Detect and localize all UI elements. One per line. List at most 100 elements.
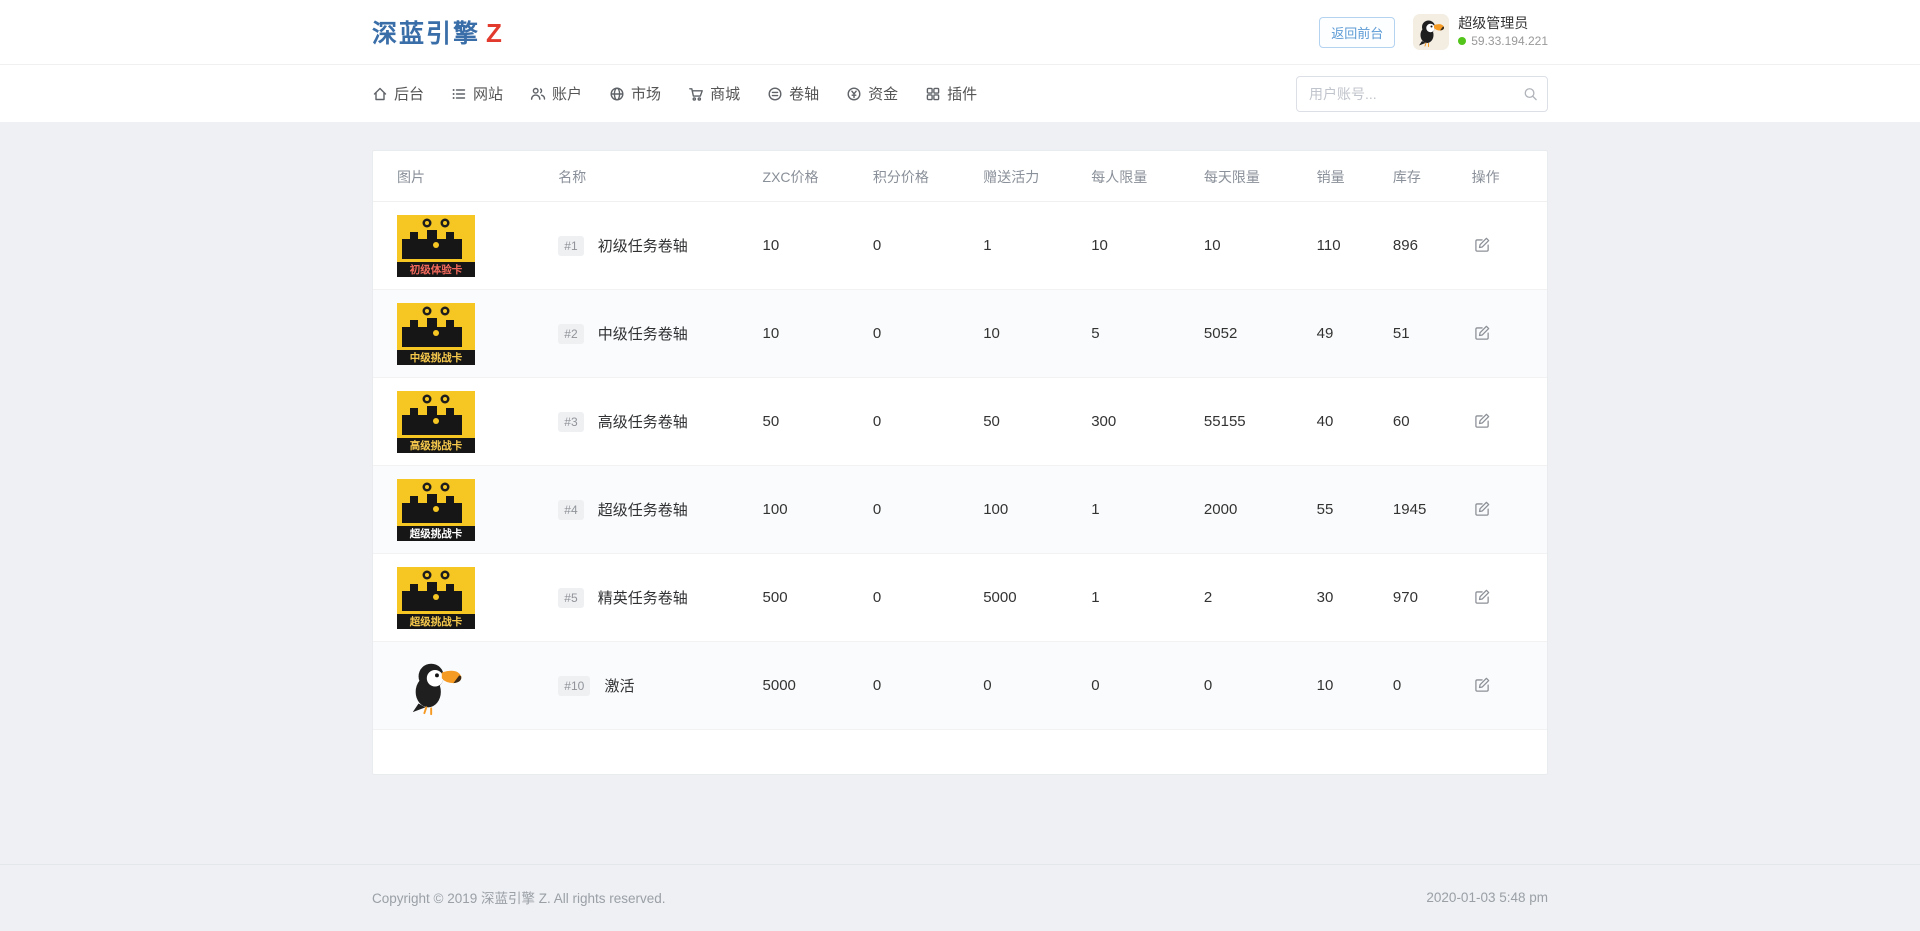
cell-gift_vitality: 50: [975, 378, 1083, 466]
edit-button[interactable]: [1472, 322, 1493, 343]
nav-item-coin[interactable]: 资金: [846, 83, 898, 104]
table-row: 初级体验卡 #1 初级任务卷轴 10 0 1 10 10 110 896: [373, 202, 1547, 290]
task-card-label: 高级挑战卡: [410, 439, 463, 452]
edit-button[interactable]: [1472, 674, 1493, 695]
nav-item-cart[interactable]: 商城: [688, 83, 740, 104]
edit-pencil-icon: [1474, 500, 1491, 517]
cell-sales: 55: [1309, 466, 1385, 554]
table-row: #10 激活 5000 0 0 0 0 10 0: [373, 642, 1547, 730]
cell-actions: [1464, 290, 1547, 378]
column-header: 积分价格: [865, 151, 975, 202]
product-image: 初级体验卡: [397, 215, 475, 277]
table-row: 超级挑战卡 #5 精英任务卷轴 500 0 5000 1 2 30 970: [373, 554, 1547, 642]
cell-actions: [1464, 378, 1547, 466]
scroll-icon: [767, 86, 783, 102]
cell-stock: 51: [1385, 290, 1464, 378]
admin-ip-text: 59.33.194.221: [1471, 33, 1548, 49]
cell-per_day_limit: 5052: [1196, 290, 1309, 378]
column-header: ZXC价格: [755, 151, 865, 202]
nav-item-label: 卷轴: [789, 83, 819, 104]
edit-pencil-icon: [1474, 676, 1491, 693]
cell-actions: [1464, 554, 1547, 642]
top-header: 深蓝引擎 Z 返回前台: [0, 0, 1920, 65]
cell-per_day_limit: 10: [1196, 202, 1309, 290]
cell-stock: 60: [1385, 378, 1464, 466]
cell-name: #5 精英任务卷轴: [550, 554, 754, 642]
cell-zxc_price: 5000: [755, 642, 865, 730]
globe-icon: [609, 86, 625, 102]
cell-zxc_price: 50: [755, 378, 865, 466]
coin-icon: [846, 86, 862, 102]
cell-name: #10 激活: [550, 642, 754, 730]
table-header-row: 图片名称ZXC价格积分价格赠送活力每人限量每天限量销量库存操作: [373, 151, 1547, 202]
cell-sales: 110: [1309, 202, 1385, 290]
cell-image: 超级挑战卡: [373, 554, 550, 642]
cell-image: 超级挑战卡: [373, 466, 550, 554]
product-name: 中级任务卷轴: [598, 326, 688, 343]
task-card-label: 超级挑战卡: [409, 615, 463, 628]
row-id-badge: #4: [558, 500, 583, 520]
cell-gift_vitality: 5000: [975, 554, 1083, 642]
back-to-front-button[interactable]: 返回前台: [1319, 17, 1395, 48]
product-image: 超级挑战卡: [397, 567, 475, 629]
cell-per_person_limit: 0: [1083, 642, 1196, 730]
footer: Copyright © 2019 深蓝引擎 Z. All rights rese…: [0, 864, 1920, 931]
column-header: 图片: [373, 151, 550, 202]
task-card-label: 超级挑战卡: [409, 527, 463, 540]
nav-item-plugin[interactable]: 插件: [925, 83, 977, 104]
cell-stock: 1945: [1385, 466, 1464, 554]
task-card-image: 超级挑战卡: [397, 479, 475, 541]
cell-stock: 970: [1385, 554, 1464, 642]
search-icon[interactable]: [1523, 86, 1538, 101]
edit-pencil-icon: [1474, 236, 1491, 253]
task-card-image: 中级挑战卡: [397, 303, 475, 365]
products-table: 图片名称ZXC价格积分价格赠送活力每人限量每天限量销量库存操作 初级体验卡 #1: [373, 151, 1547, 730]
nav-item-users[interactable]: 账户: [530, 83, 582, 104]
nav-item-home[interactable]: 后台: [372, 83, 424, 104]
edit-button[interactable]: [1472, 234, 1493, 255]
nav-item-label: 网站: [473, 83, 503, 104]
edit-button[interactable]: [1472, 586, 1493, 607]
logo[interactable]: 深蓝引擎 Z: [372, 14, 502, 50]
nav-item-label: 资金: [868, 83, 898, 104]
cell-per_person_limit: 5: [1083, 290, 1196, 378]
cell-name: #2 中级任务卷轴: [550, 290, 754, 378]
nav-item-globe[interactable]: 市场: [609, 83, 661, 104]
edit-button[interactable]: [1472, 498, 1493, 519]
nav-items: 后台 网站 账户 市场 商城 卷轴 资金 插件: [372, 83, 977, 104]
column-header: 库存: [1385, 151, 1464, 202]
cell-points_price: 0: [865, 202, 975, 290]
row-id-badge: #1: [558, 236, 583, 256]
edit-button[interactable]: [1472, 410, 1493, 431]
column-header: 每天限量: [1196, 151, 1309, 202]
cell-name: #4 超级任务卷轴: [550, 466, 754, 554]
nav-item-label: 商城: [710, 83, 740, 104]
nav-item-scroll[interactable]: 卷轴: [767, 83, 819, 104]
avatar-bird-icon: [1415, 16, 1447, 48]
nav-item-list[interactable]: 网站: [451, 83, 503, 104]
cell-sales: 40: [1309, 378, 1385, 466]
product-name: 激活: [604, 678, 634, 695]
product-image: 超级挑战卡: [397, 479, 475, 541]
cell-points_price: 0: [865, 642, 975, 730]
column-header: 每人限量: [1083, 151, 1196, 202]
admin-profile[interactable]: 超级管理员 59.33.194.221: [1413, 14, 1548, 50]
online-status-dot: [1458, 37, 1466, 45]
cell-sales: 10: [1309, 642, 1385, 730]
product-name: 超级任务卷轴: [598, 502, 688, 519]
cell-sales: 49: [1309, 290, 1385, 378]
plugin-icon: [925, 86, 941, 102]
list-icon: [451, 86, 467, 102]
logo-text: 深蓝引擎: [372, 14, 480, 50]
cell-zxc_price: 10: [755, 290, 865, 378]
search-input[interactable]: [1296, 76, 1548, 112]
users-icon: [530, 86, 546, 102]
avatar[interactable]: [1413, 14, 1449, 50]
edit-pencil-icon: [1474, 588, 1491, 605]
products-table-card: 图片名称ZXC价格积分价格赠送活力每人限量每天限量销量库存操作 初级体验卡 #1: [372, 150, 1548, 775]
toucan-image: [397, 655, 475, 717]
cell-gift_vitality: 0: [975, 642, 1083, 730]
product-image: [397, 655, 475, 717]
cell-image: 中级挑战卡: [373, 290, 550, 378]
cell-points_price: 0: [865, 554, 975, 642]
